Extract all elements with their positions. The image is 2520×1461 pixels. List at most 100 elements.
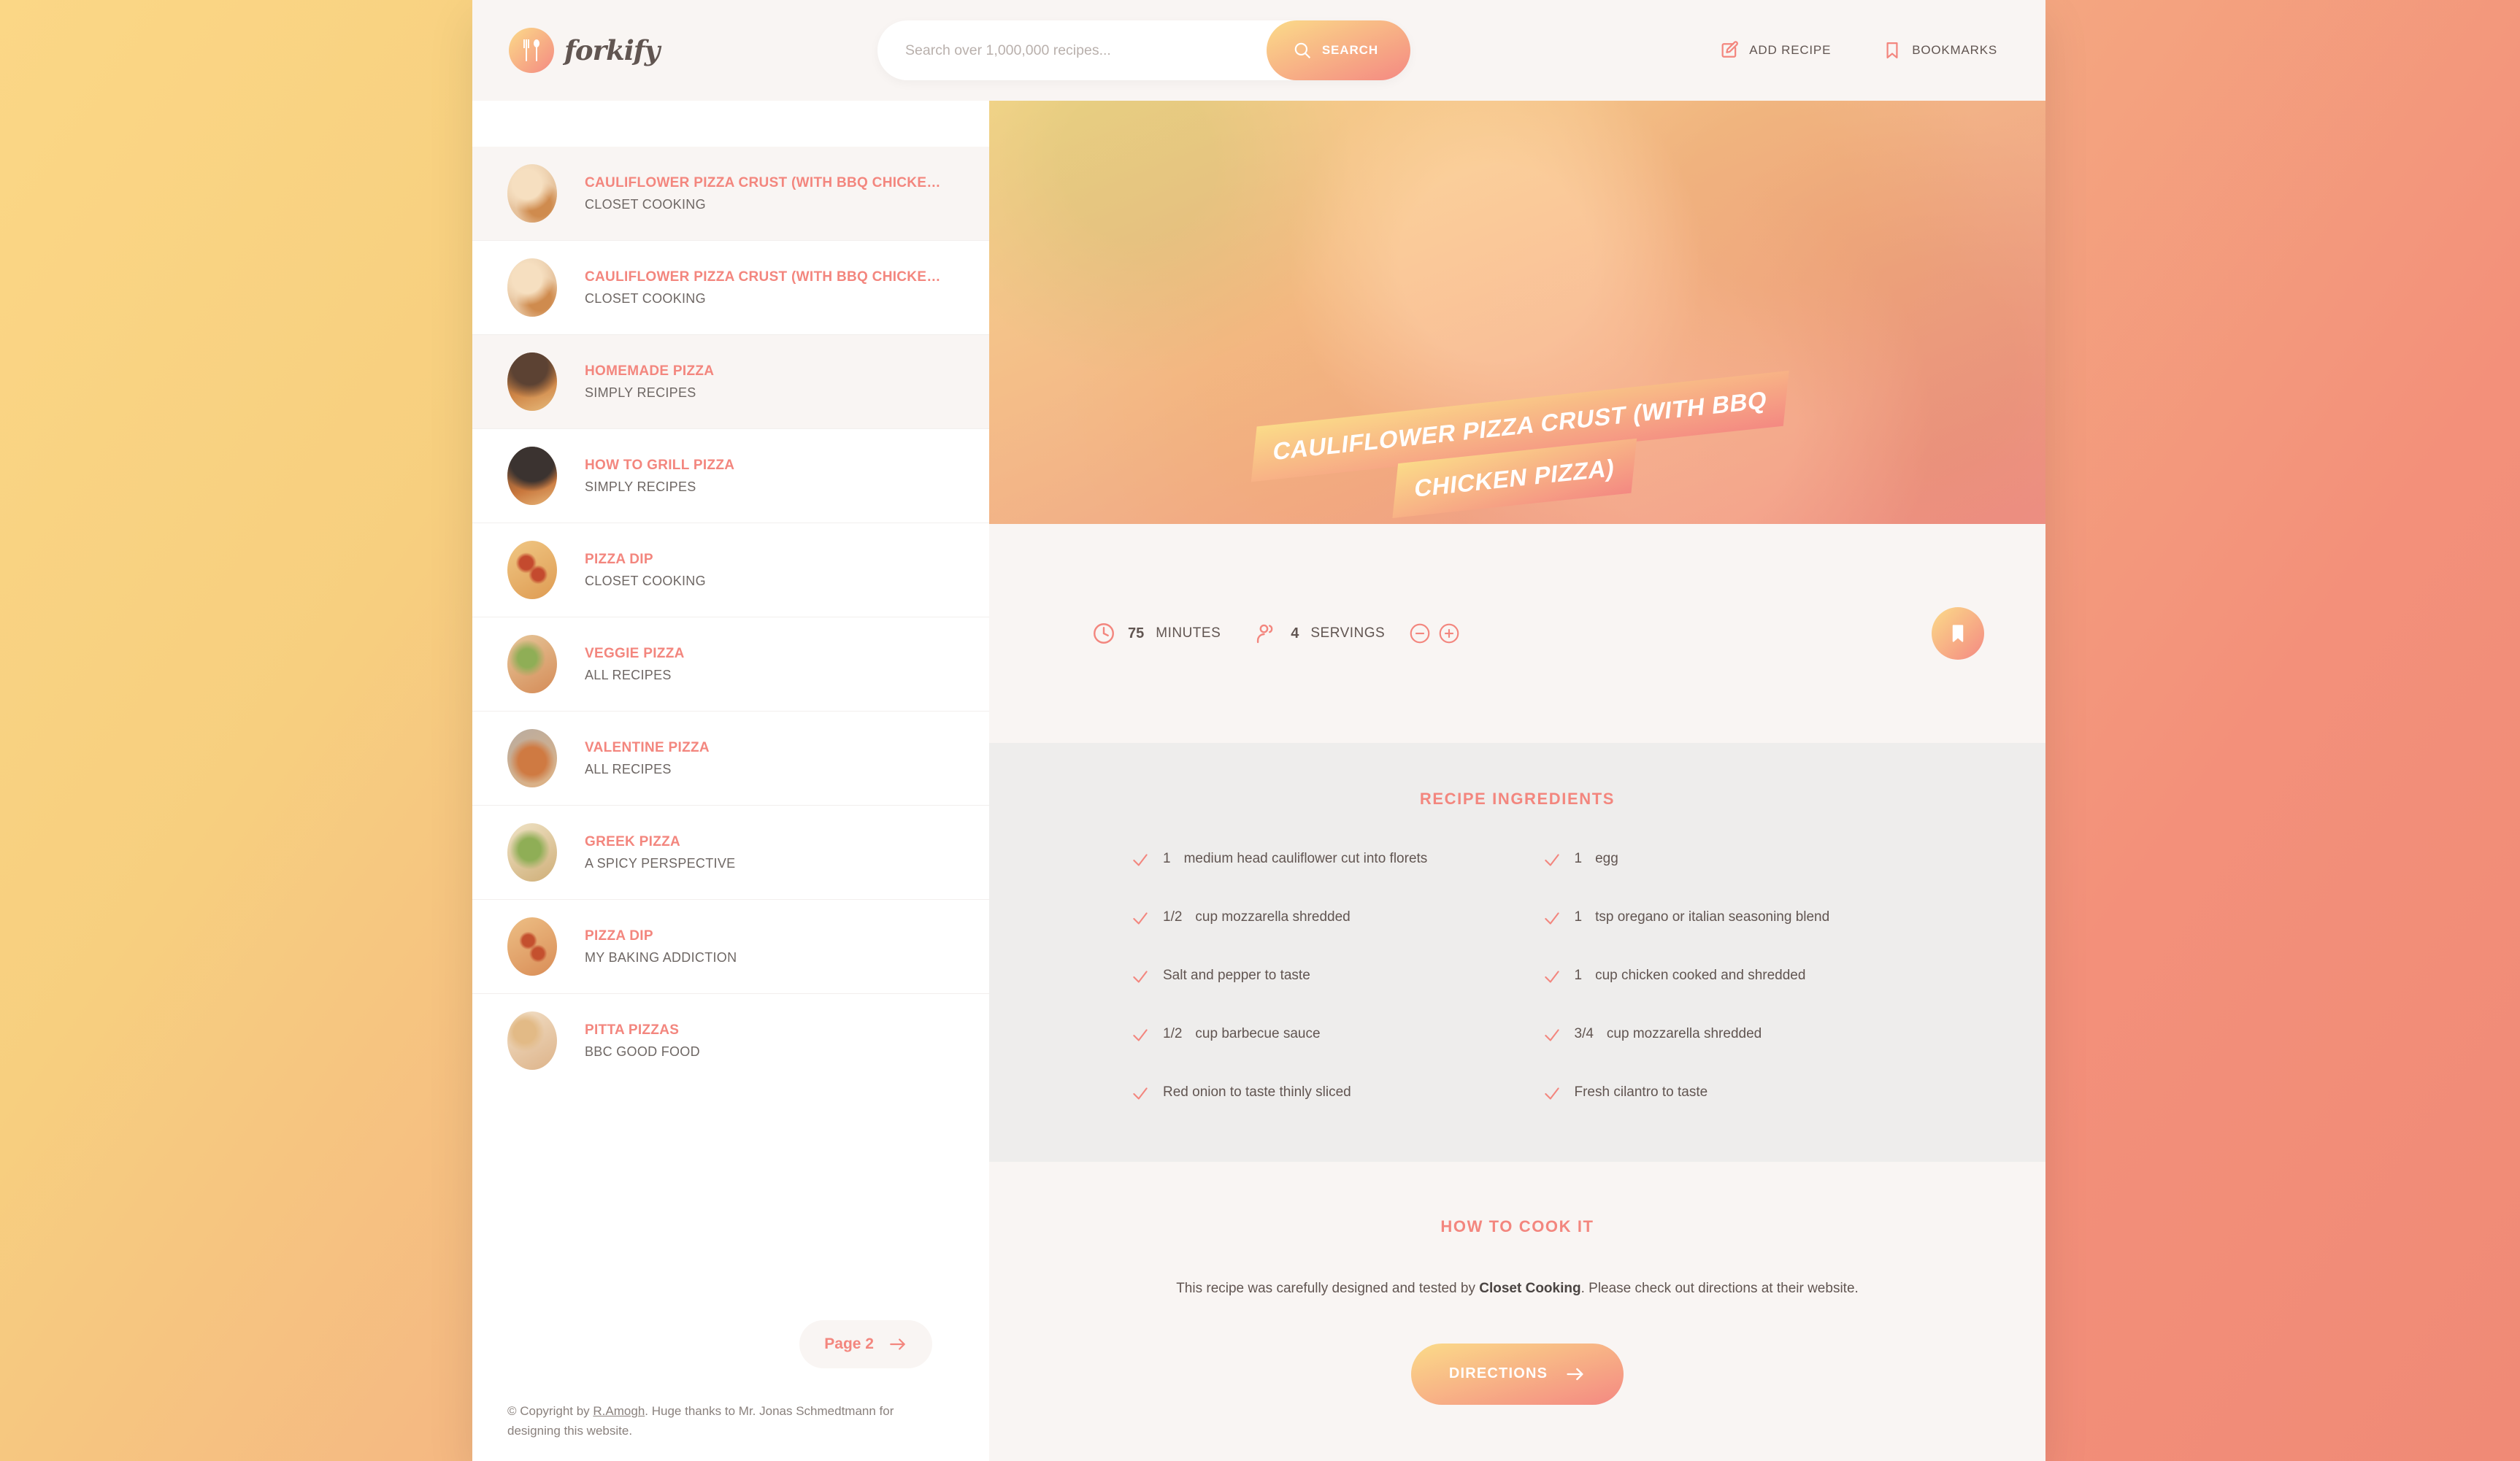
ingredient-item: Salt and pepper to taste [1131,968,1493,987]
recipe-panel: CAULIFLOWER PIZZA CRUST (WITH BBQ CHICKE… [989,101,2045,1461]
result-item[interactable]: GREEK PIZZA A SPICY PERSPECTIVE [472,805,989,899]
result-thumbnail [507,258,557,317]
ingredient-item: 1/2 cup mozzarella shredded [1131,909,1493,928]
edit-square-icon [1719,40,1740,61]
result-item[interactable]: PITTA PIZZAS BBC GOOD FOOD [472,993,989,1087]
ingredient-item: 1 tsp oregano or italian seasoning blend [1543,909,1905,928]
servings: 4 SERVINGS [1254,621,1461,646]
result-item[interactable]: PIZZA DIP CLOSET COOKING [472,523,989,617]
arrow-right-icon [1565,1364,1586,1384]
result-publisher: BBC GOOD FOOD [585,1044,700,1059]
ingredient-description: Salt and pepper to taste [1163,968,1310,983]
result-publisher: CLOSET COOKING [585,573,706,588]
directions-publisher: Closet Cooking [1479,1281,1581,1296]
result-title: CAULIFLOWER PIZZA CRUST (WITH BBQ CHICKE… [585,174,945,190]
ingredient-quantity: 1/2 [1163,909,1183,925]
add-recipe-label: ADD RECIPE [1749,43,1832,57]
brand-name: forkify [564,34,660,66]
directions-description: This recipe was carefully designed and t… [1077,1279,1958,1300]
result-item[interactable]: CAULIFLOWER PIZZA CRUST (WITH BBQ CHICKE… [472,240,989,334]
result-thumbnail [507,823,557,882]
decrease-servings-button[interactable] [1408,622,1432,645]
result-text: HOW TO GRILL PIZZA SIMPLY RECIPES [585,458,945,495]
copyright-prefix: © Copyright by [507,1404,593,1419]
result-item[interactable]: PIZZA DIP MY BAKING ADDICTION [472,899,989,993]
result-title: PITTA PIZZAS [585,1022,680,1038]
search-button-label: SEARCH [1321,43,1378,57]
directions-prefix: This recipe was carefully designed and t… [1176,1281,1480,1296]
result-item[interactable]: HOW TO GRILL PIZZA SIMPLY RECIPES [472,428,989,523]
result-thumbnail [507,352,557,411]
result-publisher: SIMPLY RECIPES [585,385,696,400]
recipe-details: 75 MINUTES 4 SERVINGS [989,524,2045,743]
result-title: HOW TO GRILL PIZZA [585,457,735,473]
search-icon [1293,41,1312,60]
result-title: VEGGIE PIZZA [585,645,685,661]
cook-time: 75 MINUTES [1091,621,1221,646]
check-icon [1543,1084,1561,1103]
author-link[interactable]: R.Amogh [593,1404,645,1418]
check-icon [1131,1084,1150,1103]
directions-button-label: DIRECTIONS [1448,1365,1548,1381]
ingredients-list: 1 medium head cauliflower cut into floret… [1077,851,1958,1103]
result-thumbnail [507,164,557,223]
plus-circle-icon [1437,622,1461,645]
search-input[interactable] [877,42,1267,59]
brand-logo[interactable]: forkify [509,28,660,73]
result-title: VALENTINE PIZZA [585,739,710,755]
result-publisher: MY BAKING ADDICTION [585,949,737,965]
add-recipe-button[interactable]: ADD RECIPE [1705,30,1845,71]
increase-servings-button[interactable] [1437,622,1461,645]
ingredient-item: Red onion to taste thinly sliced [1131,1084,1493,1103]
ingredient-quantity: 1 [1574,909,1583,925]
result-item[interactable]: HOMEMADE PIZZA SIMPLY RECIPES [472,334,989,428]
directions-section: HOW TO COOK IT This recipe was carefully… [989,1162,2045,1461]
ingredient-description: cup barbecue sauce [1195,1026,1321,1041]
ingredient-description: egg [1595,851,1618,866]
result-publisher: CLOSET COOKING [585,196,706,212]
check-icon [1543,909,1561,928]
search-button[interactable]: SEARCH [1266,20,1410,80]
result-item[interactable]: VALENTINE PIZZA ALL RECIPES [472,711,989,805]
bookmark-recipe-button[interactable] [1932,607,1984,660]
search-bar[interactable]: SEARCH [877,20,1410,80]
ingredient-quantity: 3/4 [1574,1026,1594,1041]
check-icon [1543,1026,1561,1045]
check-icon [1131,909,1150,928]
result-title: GREEK PIZZA [585,833,681,849]
ingredient-item: 1 medium head cauliflower cut into floret… [1131,851,1493,870]
ingredient-description: medium head cauliflower cut into florets [1183,851,1428,866]
next-page-button[interactable]: Page 2 [799,1320,932,1369]
result-title: PIZZA DIP [585,551,653,567]
main-content: CAULIFLOWER PIZZA CRUST (WITH BBQ CHICKE… [472,101,2045,1461]
directions-button[interactable]: DIRECTIONS [1410,1343,1624,1405]
check-icon [1131,851,1150,870]
ingredient-item: 1/2 cup barbecue sauce [1131,1026,1493,1045]
recipe-hero: CAULIFLOWER PIZZA CRUST (WITH BBQ CHICKE… [989,101,2045,524]
result-thumbnail [507,447,557,505]
result-text: PITTA PIZZAS BBC GOOD FOOD [585,1022,945,1060]
header-nav: ADD RECIPE BOOKMARKS [1705,0,2012,101]
how-to-cook-heading: HOW TO COOK IT [1440,1217,1594,1236]
result-text: CAULIFLOWER PIZZA CRUST (WITH BBQ CHICKE… [585,175,945,212]
servings-stepper [1408,622,1461,645]
result-item[interactable]: CAULIFLOWER PIZZA CRUST (WITH BBQ CHICKE… [472,147,989,240]
bookmark-icon [1882,40,1902,61]
ingredient-item: 1 egg [1543,851,1905,870]
users-icon [1254,621,1279,646]
ingredients-section: RECIPE INGREDIENTS 1 medium head cauliflo… [989,743,2045,1162]
bookmarks-button[interactable]: BOOKMARKS [1867,30,2012,71]
result-title: CAULIFLOWER PIZZA CRUST (WITH BBQ CHICKE… [585,269,945,285]
result-thumbnail [507,917,557,976]
cook-time-value: 75 [1128,625,1145,641]
result-item[interactable]: VEGGIE PIZZA ALL RECIPES [472,617,989,711]
ingredient-description: cup mozzarella shredded [1606,1026,1762,1041]
servings-label: SERVINGS [1310,625,1386,641]
search-results-sidebar: CAULIFLOWER PIZZA CRUST (WITH BBQ CHICKE… [472,101,989,1461]
ingredient-item: 3/4 cup mozzarella shredded [1543,1026,1905,1045]
result-thumbnail [507,1011,557,1070]
app-header: forkify SEARCH [472,0,2045,101]
check-icon [1131,968,1150,987]
arrow-right-icon [888,1335,907,1354]
result-text: VEGGIE PIZZA ALL RECIPES [585,646,945,683]
